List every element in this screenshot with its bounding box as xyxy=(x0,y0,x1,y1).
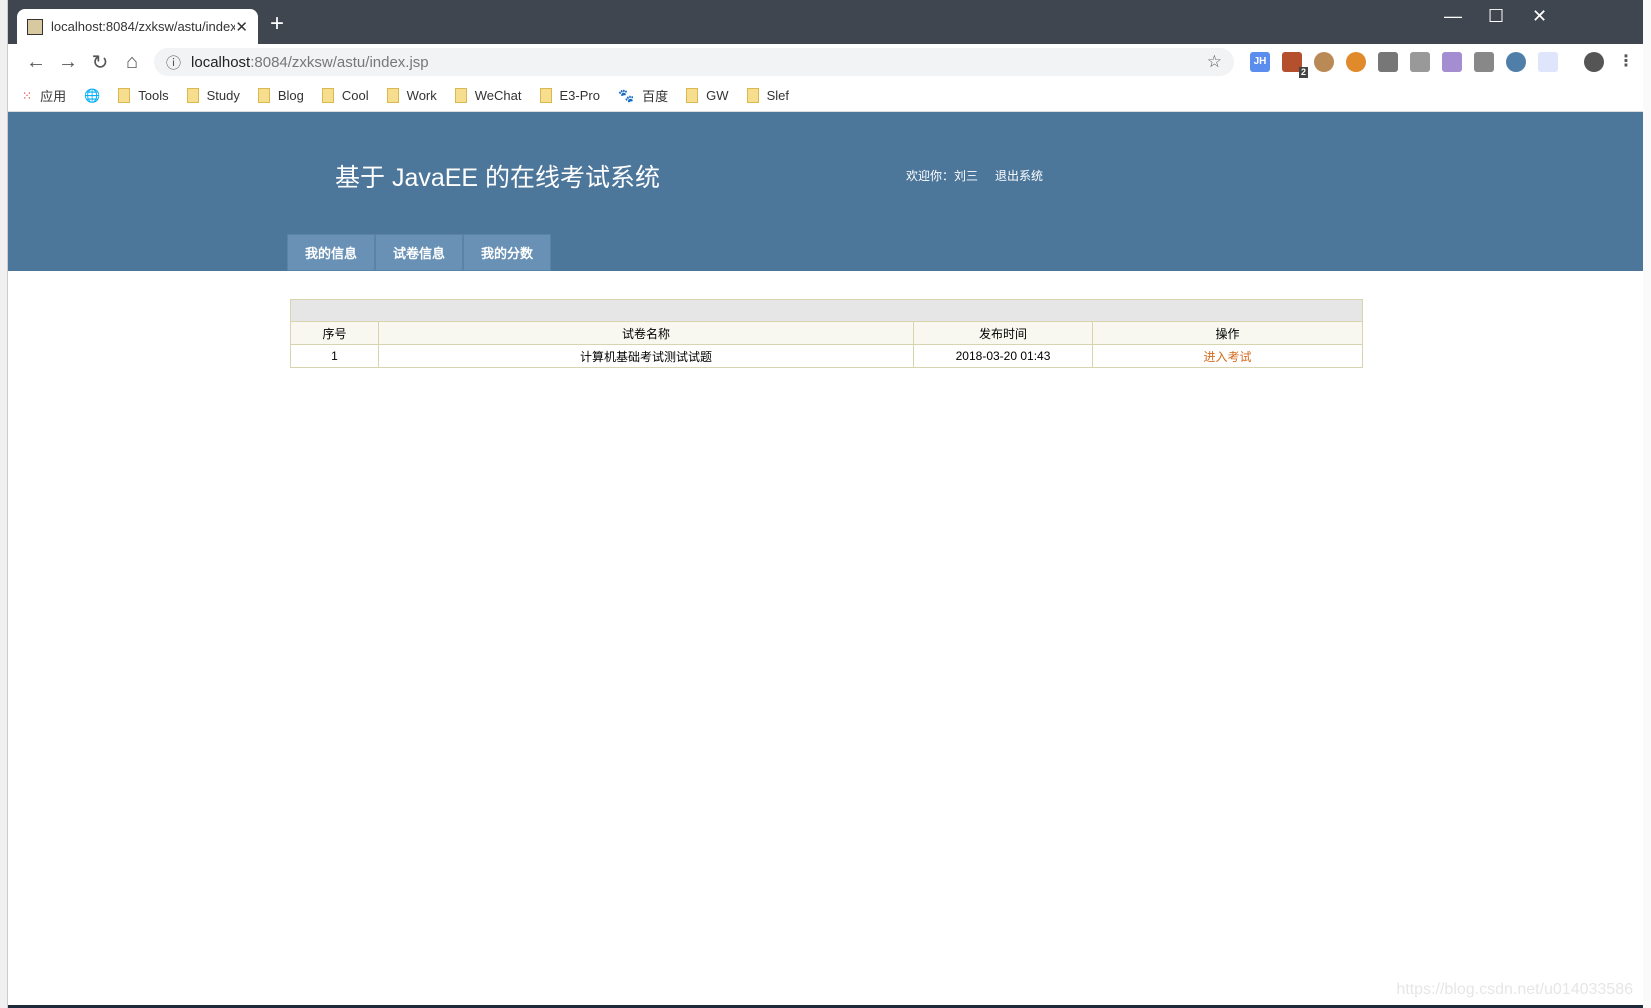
download-icon[interactable] xyxy=(1474,52,1494,72)
globe-bookmark[interactable]: 🌐 xyxy=(84,88,100,104)
toolbar: ← → ↻ ⌂ ⓘ localhost:8084/zxksw/astu/inde… xyxy=(8,44,1643,80)
globe-icon: 🌐 xyxy=(84,87,101,103)
address-bar[interactable]: ⓘ localhost:8084/zxksw/astu/index.jsp ☆ xyxy=(154,48,1234,76)
bookmark-cool[interactable]: Cool xyxy=(321,88,369,103)
page-header: 基于 JavaEE 的在线考试系统 欢迎你：刘三 退出系统 我的信息 试卷信息 … xyxy=(8,112,1643,271)
folder-icon xyxy=(186,88,199,103)
bookmark-label: E3-Pro xyxy=(559,88,600,103)
reload-icon[interactable]: ↻ xyxy=(84,50,116,75)
download-circle-icon[interactable] xyxy=(1506,52,1526,72)
table-caption xyxy=(290,299,1363,322)
profile-icon[interactable] xyxy=(1584,52,1604,72)
url-host: localhost xyxy=(191,53,251,71)
bookmark-label: GW xyxy=(706,88,729,103)
maximize-icon[interactable]: ☐ xyxy=(1488,6,1504,27)
nav-my-info[interactable]: 我的信息 xyxy=(287,234,375,271)
bookmark-label: Work xyxy=(406,88,437,103)
folder-icon xyxy=(257,88,270,103)
bookmark-baidu[interactable]: 🐾 百度 xyxy=(618,86,668,105)
enter-exam-link[interactable]: 进入考试 xyxy=(1203,350,1251,364)
watermark: https://blog.csdn.net/u014033586 xyxy=(1396,981,1633,998)
extension-badge: 2 xyxy=(1298,67,1308,78)
bookmark-label: 应用 xyxy=(40,89,67,104)
tab-title: localhost:8084/zxksw/astu/index.jsp xyxy=(51,19,236,34)
table-row: 1 计算机基础考试测试试题 2018-03-20 01:43 进入考试 xyxy=(290,344,1363,368)
welcome-text: 欢迎你：刘三 xyxy=(906,169,979,183)
publish-time: 2018-03-20 01:43 xyxy=(913,344,1093,368)
back-icon[interactable]: ← xyxy=(20,51,52,74)
folder-icon xyxy=(321,88,334,103)
column-header: 操作 xyxy=(1092,321,1363,345)
bookmark-e3pro[interactable]: E3-Pro xyxy=(539,88,600,103)
home-icon[interactable]: ⌂ xyxy=(116,51,148,74)
folder-icon xyxy=(686,88,699,103)
apps-icon: ⁙ xyxy=(22,88,33,103)
menu-icon[interactable]: ⋮ xyxy=(1616,52,1636,72)
bookmark-work[interactable]: Work xyxy=(386,88,437,103)
column-header: 试卷名称 xyxy=(378,321,914,345)
logout-link[interactable]: 退出系统 xyxy=(995,167,1043,184)
extensions: JH 2 ⋮ xyxy=(1250,52,1636,78)
monkey-extension-icon[interactable] xyxy=(1314,52,1334,72)
exam-name: 计算机基础考试测试试题 xyxy=(378,344,914,368)
folder-icon xyxy=(386,88,399,103)
tab-bar: localhost:8084/zxksw/astu/index.jsp ✕ + … xyxy=(8,0,1643,44)
bookmark-label: Study xyxy=(206,88,240,103)
row-number: 1 xyxy=(290,344,379,368)
nav-my-scores[interactable]: 我的分数 xyxy=(463,234,551,271)
bookmark-label: Blog xyxy=(277,88,304,103)
close-tab-icon[interactable]: ✕ xyxy=(235,18,248,36)
bookmark-tools[interactable]: Tools xyxy=(118,88,169,103)
folder-icon xyxy=(118,88,131,103)
translate-icon[interactable] xyxy=(1410,52,1430,72)
bookmark-apps[interactable]: ⁙ 应用 xyxy=(22,86,66,105)
bookmark-label: WeChat xyxy=(474,88,522,103)
background-window xyxy=(0,0,8,1008)
page-title: 基于 JavaEE 的在线考试系统 xyxy=(335,164,661,192)
baidu-paw-icon: 🐾 xyxy=(617,87,635,103)
bookmark-gw[interactable]: GW xyxy=(686,88,729,103)
url-path: :8084/zxksw/astu/index.jsp xyxy=(250,53,429,71)
bookmark-label: Slef xyxy=(766,88,789,103)
browser-window: localhost:8084/zxksw/astu/index.jsp ✕ + … xyxy=(8,0,1643,1005)
jh-extension-icon[interactable]: JH xyxy=(1250,52,1270,72)
bookmark-blog[interactable]: Blog xyxy=(257,88,304,103)
close-window-icon[interactable]: ✕ xyxy=(1532,6,1547,27)
forward-icon[interactable]: → xyxy=(52,51,84,74)
bookmark-star-icon[interactable]: ☆ xyxy=(1207,52,1222,72)
bookmark-label: 百度 xyxy=(642,89,669,104)
pdf-icon[interactable] xyxy=(1442,52,1462,72)
bookmark-study[interactable]: Study xyxy=(186,88,240,103)
new-tab-icon[interactable]: + xyxy=(270,10,284,38)
favicon-icon xyxy=(27,18,43,35)
minimize-icon[interactable]: — xyxy=(1444,6,1462,27)
extension-icon[interactable]: 2 xyxy=(1282,52,1308,78)
bookmark-label: Cool xyxy=(341,88,369,103)
nav-exam-papers[interactable]: 试卷信息 xyxy=(375,234,463,271)
bookmarks-bar: ⁙ 应用 🌐 Tools Study Blog Cool Work WeChat … xyxy=(8,80,1643,112)
column-header: 发布时间 xyxy=(913,321,1093,345)
qr-code-icon[interactable] xyxy=(1378,52,1398,72)
bookmark-wechat[interactable]: WeChat xyxy=(454,88,522,103)
info-icon[interactable]: ⓘ xyxy=(166,52,181,73)
background-window-right xyxy=(1643,0,1651,1008)
main-nav: 我的信息 试卷信息 我的分数 xyxy=(287,234,551,271)
browser-tab[interactable]: localhost:8084/zxksw/astu/index.jsp ✕ xyxy=(17,9,258,44)
bookmark-label: Tools xyxy=(138,88,169,103)
column-header: 序号 xyxy=(290,321,379,345)
folder-icon xyxy=(539,88,552,103)
folder-icon xyxy=(454,88,467,103)
orange-extension-icon[interactable] xyxy=(1346,52,1366,72)
bookmark-slef[interactable]: Slef xyxy=(746,88,789,103)
exam-table: 序号 试卷名称 发布时间 操作 1 计算机基础考试测试试题 2018-03-20… xyxy=(290,299,1363,368)
bird-extension-icon[interactable] xyxy=(1538,52,1558,72)
folder-icon xyxy=(746,88,759,103)
